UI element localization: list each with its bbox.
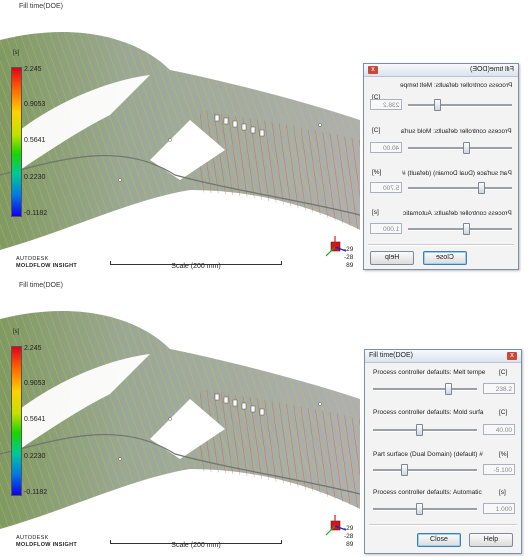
- value-text: 238.2: [382, 102, 399, 109]
- value-field-automatic[interactable]: 1.000: [483, 503, 515, 514]
- help-button[interactable]: Help: [370, 251, 414, 265]
- param-label-melt-temp: Process controller defaults: Melt tempe: [399, 82, 512, 89]
- scale-label: Scale (200 mm): [171, 263, 221, 270]
- part-model: [0, 31, 361, 250]
- slider-part-surface[interactable]: [401, 464, 409, 476]
- value-field-part-surface[interactable]: 5.700: [370, 182, 402, 193]
- slider-track[interactable]: [408, 228, 512, 231]
- legend-label: 0.5641: [24, 416, 46, 423]
- legend-label: 2.245: [24, 345, 42, 352]
- close-icon[interactable]: x: [507, 352, 517, 360]
- slider-track[interactable]: [373, 469, 477, 472]
- separator: [368, 244, 514, 246]
- model-viewport[interactable]: [0, 279, 361, 557]
- close-button[interactable]: Close: [417, 533, 461, 547]
- scale-bar: Scale (200 mm): [110, 258, 282, 272]
- dialog-title: Fill time(DOE): [369, 352, 413, 359]
- brand-line2: MOLDFLOW INSIGHT: [16, 263, 78, 269]
- slider-track[interactable]: [408, 104, 512, 107]
- close-button[interactable]: Close: [423, 251, 467, 265]
- bottom-panel: Fill time(DOE) [s] 2.245 0.9053 0.5641 0…: [0, 279, 531, 557]
- slider-track[interactable]: [373, 429, 477, 432]
- brand-line2: MOLDFLOW INSIGHT: [16, 542, 78, 548]
- param-unit: [C]: [499, 369, 508, 376]
- slider-automatic[interactable]: [415, 503, 423, 515]
- slider-track[interactable]: [408, 187, 512, 190]
- value-field-mold-surface[interactable]: 40.00: [483, 424, 515, 435]
- coord-x: -29: [344, 246, 354, 253]
- coord-z: 89: [346, 541, 354, 548]
- param-unit: [C]: [499, 409, 508, 416]
- scale-label: Scale (200 mm): [171, 542, 221, 549]
- param-label-part-surface: Part surface (Dual Domain) (default) #: [402, 170, 512, 177]
- separator: [369, 524, 517, 526]
- param-label-automatic: Process controller defaults: Automatic: [373, 489, 482, 496]
- legend-label: 0.9053: [24, 101, 46, 108]
- button-label: Help: [384, 254, 400, 261]
- fill-time-dialog[interactable]: Fill time(DOE) x Process controller defa…: [364, 349, 522, 554]
- param-unit: [s]: [372, 209, 379, 216]
- color-legend-bar: [11, 346, 22, 496]
- orientation-coords: -29 -28 89: [344, 246, 353, 270]
- slider-mold-surface[interactable]: [415, 424, 423, 436]
- brand-line1: AUTODESK: [16, 256, 49, 262]
- value-field-mold-surface[interactable]: 40.00: [370, 142, 402, 153]
- coord-y: -28: [344, 254, 354, 261]
- slider-melt-temp[interactable]: [434, 99, 442, 111]
- top-panel: Fill time(DOE) [s] 2.245 0.9053 0.5641 0…: [0, 0, 531, 278]
- dialog-titlebar[interactable]: Fill time(DOE): [364, 64, 518, 77]
- value-field-melt-temp[interactable]: 238.2: [483, 383, 515, 394]
- brand-logo: AUTODESK MOLDFLOW INSIGHT: [16, 256, 77, 270]
- value-text: 40.00: [382, 145, 399, 152]
- slider-automatic[interactable]: [463, 223, 471, 235]
- slider-track[interactable]: [373, 388, 477, 391]
- param-label-part-surface: Part surface (Dual Domain) (default) #: [373, 451, 483, 458]
- model-viewport[interactable]: [0, 0, 361, 278]
- slider-melt-temp[interactable]: [444, 383, 452, 395]
- button-label: Close: [436, 254, 454, 261]
- legend-label: 0.5641: [24, 137, 46, 144]
- legend-label: 0.9053: [24, 380, 46, 387]
- fill-time-dialog-mirrored[interactable]: Fill time(DOE) x Process controller defa…: [363, 63, 519, 270]
- coord-x: -29: [344, 525, 354, 532]
- param-label-melt-temp: Process controller defaults: Melt tempe: [373, 369, 486, 376]
- brand-logo: AUTODESK MOLDFLOW INSIGHT: [16, 535, 77, 549]
- slider-track[interactable]: [408, 147, 512, 150]
- slider-part-surface[interactable]: [477, 182, 485, 194]
- value-field-part-surface[interactable]: -5.100: [483, 464, 515, 475]
- param-label-automatic: Process controller defaults: Automatic: [403, 210, 512, 217]
- color-legend-bar: [11, 67, 22, 217]
- coord-y: -28: [344, 533, 354, 540]
- legend-label: 0.2230: [24, 174, 46, 181]
- slider-track[interactable]: [373, 508, 477, 511]
- legend-unit: [s]: [13, 329, 20, 335]
- scale-bar: Scale (200 mm): [110, 537, 282, 551]
- legend-label: -0.1182: [24, 210, 48, 217]
- view-title: Fill time(DOE): [19, 3, 63, 10]
- legend-label: 0.2230: [24, 453, 46, 460]
- param-label-mold-surface: Process controller defaults: Mold surfa: [373, 409, 484, 416]
- param-unit: [%]: [499, 451, 509, 458]
- legend-unit: [s]: [13, 50, 20, 56]
- legend-label: -0.1182: [24, 489, 48, 496]
- slider-mold-surface[interactable]: [463, 142, 471, 154]
- legend-label: 2.245: [24, 66, 42, 73]
- value-text: 1.000: [382, 226, 399, 233]
- dialog-titlebar[interactable]: Fill time(DOE): [365, 350, 521, 363]
- part-model: [0, 310, 361, 529]
- brand-line1: AUTODESK: [16, 535, 49, 541]
- value-text: 5.700: [382, 185, 399, 192]
- coord-z: 89: [346, 262, 354, 269]
- param-label-mold-surface: Process controller defaults: Mold surfa: [401, 128, 512, 135]
- param-unit: [%]: [372, 169, 382, 176]
- view-title: Fill time(DOE): [19, 282, 63, 289]
- orientation-coords: -29 -28 89: [344, 525, 353, 549]
- help-button[interactable]: Help: [469, 533, 513, 547]
- param-unit: [s]: [499, 489, 506, 496]
- param-unit: [C]: [372, 127, 381, 134]
- dialog-title: Fill time(DOE): [470, 66, 514, 73]
- close-icon[interactable]: x: [368, 66, 378, 74]
- value-field-automatic[interactable]: 1.000: [370, 223, 402, 234]
- value-field-melt-temp[interactable]: 238.2: [370, 99, 402, 110]
